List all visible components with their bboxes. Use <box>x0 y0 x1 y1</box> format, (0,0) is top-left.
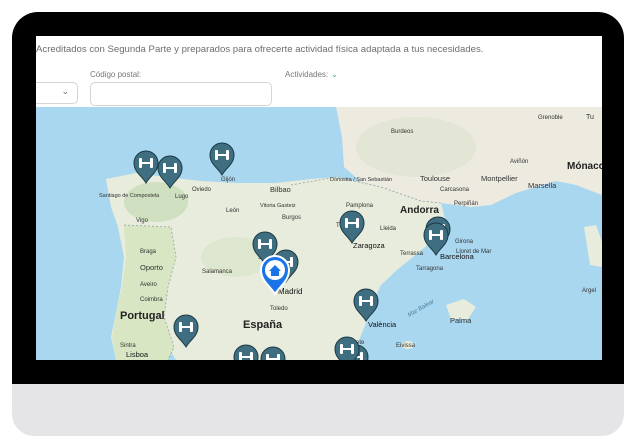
label-lleida: Lleida <box>380 226 397 232</box>
pin-south-3[interactable] <box>334 336 360 360</box>
label-eivissa: Eivissa <box>396 343 416 349</box>
label-sintra: Sintra <box>120 343 136 349</box>
label-bilbao: Bilbao <box>270 185 291 194</box>
label-vigo: Vigo <box>136 218 149 224</box>
label-algeria: Argel <box>582 288 596 294</box>
postal-code-input[interactable] <box>90 82 272 106</box>
label-vitoria: Vitoria Gasteiz <box>260 203 296 209</box>
label-perpignan: Perpiñán <box>454 201 478 207</box>
province-select[interactable]: ⌄ <box>36 82 78 104</box>
label-avignon: Aviñón <box>510 159 528 165</box>
intro-text: Acreditados con Segunda Parte y preparad… <box>36 44 484 55</box>
map[interactable]: España Portugal Andorra Mónaco Madrid Ba… <box>36 107 602 360</box>
label-lugo: Lugo <box>175 194 189 200</box>
label-valencia: València <box>368 320 397 329</box>
label-donostia: Donostia / San Sebastián <box>330 177 392 183</box>
device-bottom-bezel <box>12 384 624 436</box>
label-andorra: Andorra <box>400 205 439 216</box>
label-santiago: Santiago de Compostela <box>99 193 160 199</box>
label-palma: Palma <box>450 316 472 325</box>
pin-barcelona-2[interactable] <box>423 222 449 256</box>
label-leon: León <box>226 208 239 214</box>
activities-dropdown[interactable]: Actividades: ⌄ <box>285 70 338 79</box>
label-portugal: Portugal <box>120 310 165 322</box>
label-madrid: Madrid <box>278 287 302 296</box>
label-spain: España <box>243 319 283 331</box>
label-lloret: Lloret de Mar <box>456 249 491 255</box>
label-marsella: Marsella <box>528 181 557 190</box>
label-carcassonne: Carcasona <box>440 187 470 193</box>
label-toulouse: Toulouse <box>420 174 450 183</box>
label-mar-balear: Mar Balear <box>407 298 436 318</box>
label-girona: Girona <box>455 239 474 245</box>
chevron-down-icon: ⌄ <box>61 86 69 96</box>
label-pamplona: Pamplona <box>346 203 374 209</box>
chevron-down-icon: ⌄ <box>331 70 338 79</box>
label-burgos: Burgos <box>282 215 301 221</box>
label-salamanca: Salamanca <box>202 269 233 275</box>
label-toledo: Toledo <box>270 306 288 312</box>
label-oviedo: Oviedo <box>192 187 212 193</box>
label-tu: Tu <box>586 114 594 121</box>
label-coimbra: Coimbra <box>140 297 163 303</box>
label-terrassa: Terrassa <box>400 251 424 257</box>
portugal-land <box>112 225 176 360</box>
label-lisboa: Lisboa <box>126 350 149 359</box>
map-canvas[interactable]: España Portugal Andorra Mónaco Madrid Ba… <box>36 107 602 360</box>
label-grenoble: Grenoble <box>538 115 563 121</box>
label-zaragoza: Zaragoza <box>353 241 386 250</box>
label-monaco: Mónaco <box>567 161 602 172</box>
label-gijon: Gijón <box>221 177 235 183</box>
label-oporto: Oporto <box>140 263 163 272</box>
label-braga: Braga <box>140 249 157 255</box>
pin-oviedo[interactable] <box>209 142 235 176</box>
postal-code-label: Código postal: <box>90 70 142 79</box>
activities-label: Actividades: <box>285 70 329 79</box>
label-montpellier: Montpellier <box>481 174 518 183</box>
screen: Acreditados con Segunda Parte y preparad… <box>36 36 602 360</box>
label-bordeaux: Burdeos <box>391 129 413 135</box>
label-tarragona: Tarragona <box>416 266 444 272</box>
label-aveiro: Aveiro <box>140 282 158 288</box>
